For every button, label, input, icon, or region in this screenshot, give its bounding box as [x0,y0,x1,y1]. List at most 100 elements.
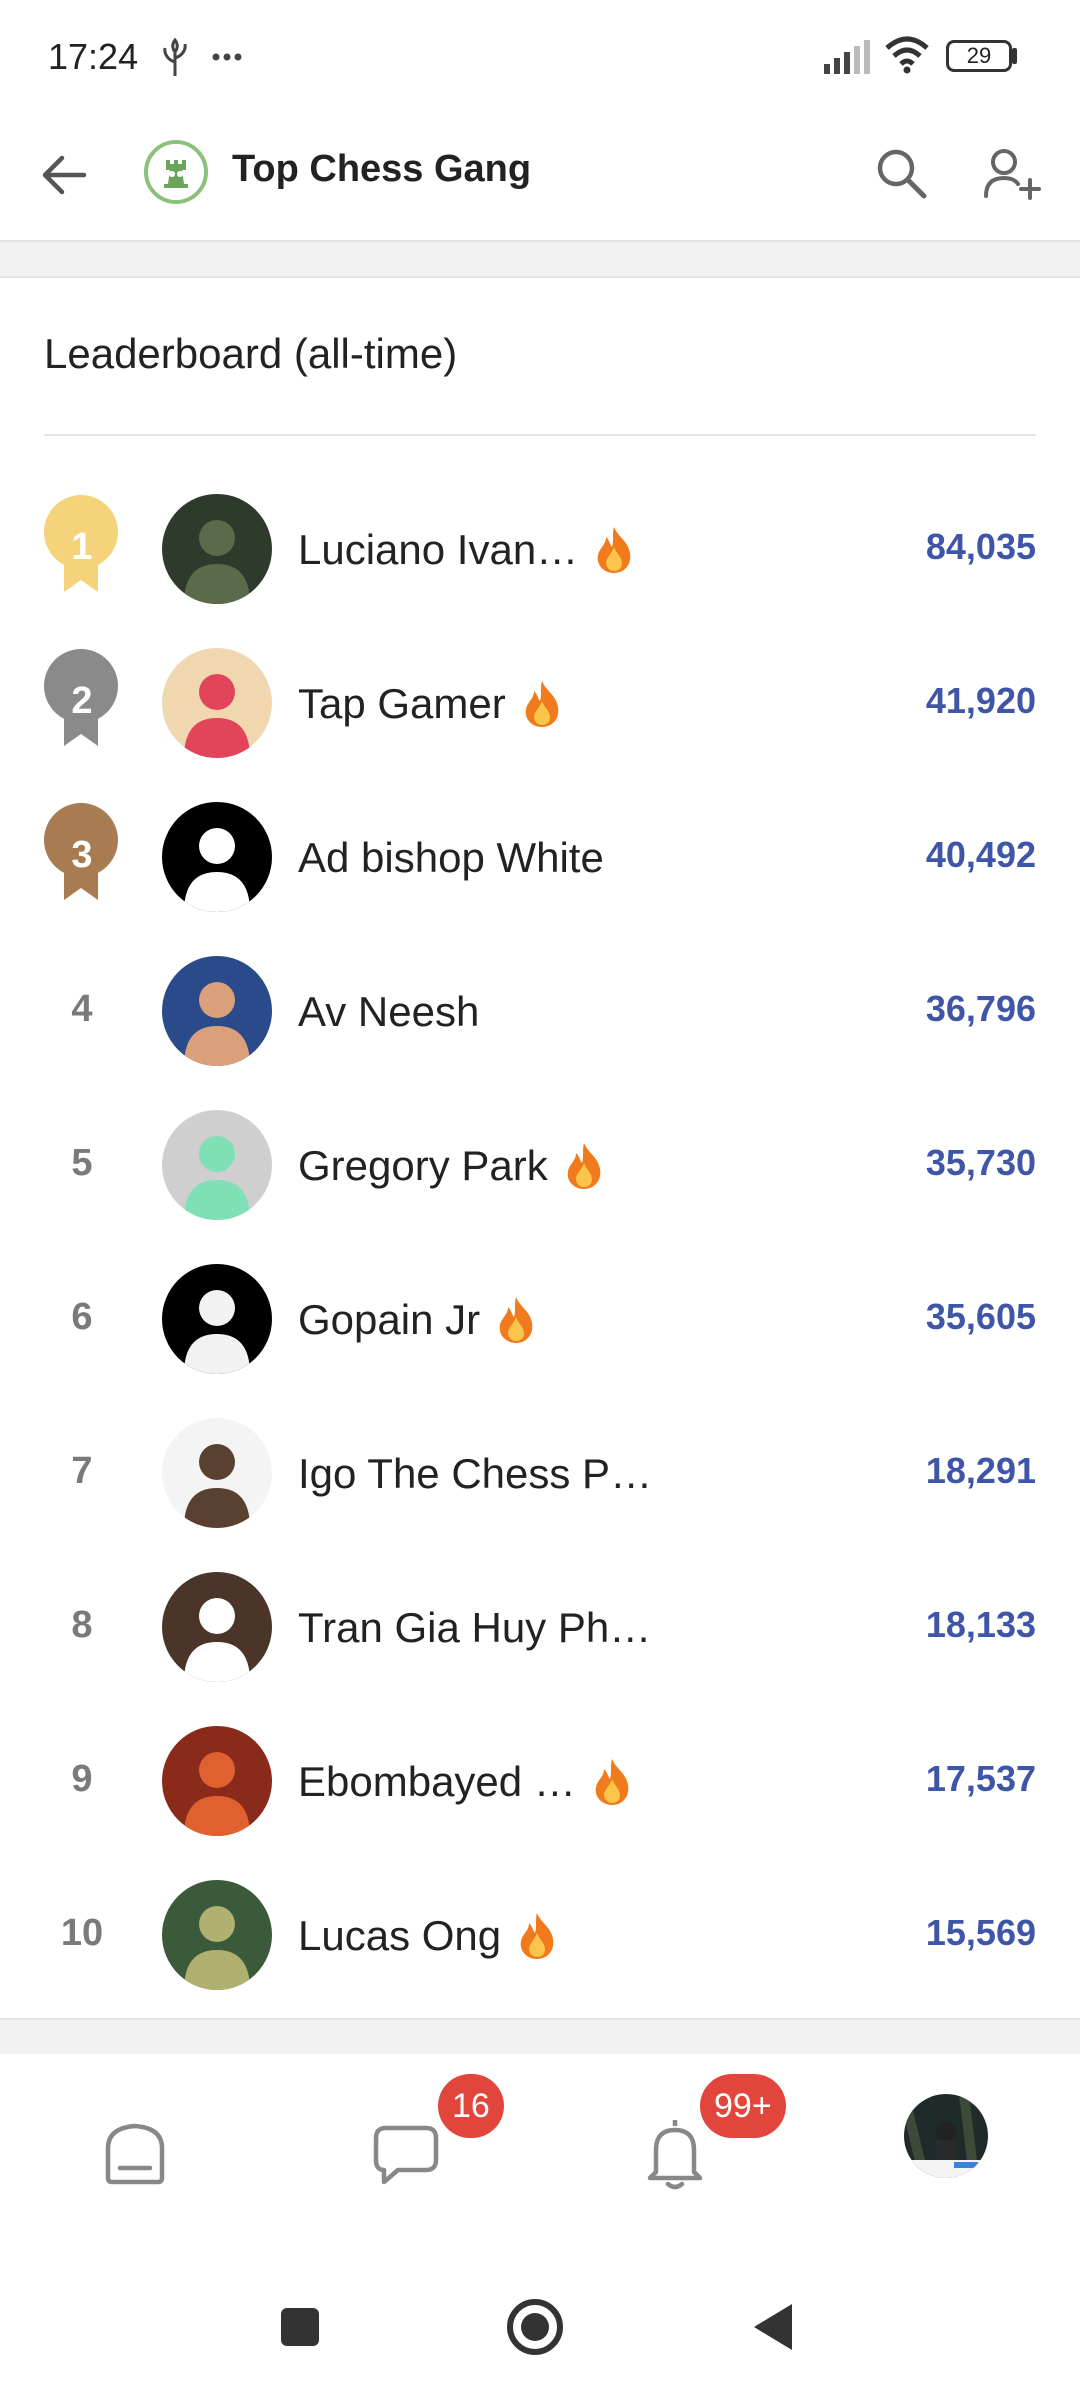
group-avatar[interactable] [144,140,208,204]
status-time: 17:24 [48,36,139,77]
user-name: Ad bishop White [298,834,604,881]
rank-number: 6 [71,1296,93,1338]
user-score: 40,492 [925,834,1036,875]
chess-rook-logo-icon [148,144,204,200]
home-icon [105,2123,165,2185]
group-title: Top Chess Gang [232,148,532,190]
user-avatar[interactable] [162,494,272,604]
user-name: Tap Gamer [298,680,506,727]
notifications-badge: 99+ [700,2074,786,2138]
battery-tip [1012,48,1017,64]
leaderboard-row[interactable]: 4 Av Neesh 36,796 [0,936,1080,1090]
user-avatar-image [162,802,272,912]
user-name-wrap: Gopain Jr [298,1290,538,1350]
leaderboard-row[interactable]: 5 Gregory Park 35,730 [0,1090,1080,1244]
rank-number: 9 [71,1758,93,1800]
user-name: Luciano Ivan… [298,526,579,573]
user-name-wrap: Av Neesh [298,982,479,1042]
back-arrow-icon[interactable] [34,144,96,206]
user-score: 18,133 [925,1604,1036,1645]
wifi-icon [885,36,929,74]
profile-avatar-image [904,2094,988,2178]
rank-number: 2 [71,680,93,722]
user-score: 84,035 [925,526,1036,567]
user-avatar-image [162,494,272,604]
nav-home[interactable] [80,2098,190,2208]
user-name-wrap: Ad bishop White [298,828,604,888]
leaderboard-title: Leaderboard (all-time) [44,330,458,377]
user-avatar-image [162,1726,272,1836]
user-name: Igo The Chess P… [298,1450,653,1497]
rank-number: 1 [71,526,93,568]
user-avatar[interactable] [162,1726,272,1836]
chat-badge: 16 [438,2074,504,2138]
user-avatar-image [162,1110,272,1220]
user-name-wrap: Gregory Park [298,1136,606,1196]
bottom-nav: 16 99+ [0,2054,1080,2250]
leaderboard-row[interactable]: 9 Ebombayed … 17,537 [0,1706,1080,1860]
user-avatar-image [162,1572,272,1682]
user-name-wrap: Tran Gia Huy Ph… [298,1598,651,1658]
user-avatar-image [162,956,272,1066]
user-name: Tran Gia Huy Ph… [298,1604,652,1651]
square-icon[interactable] [265,2292,335,2362]
user-name: Gopain Jr [298,1296,481,1343]
divider [44,434,1036,436]
plant-notification-icon [163,38,187,76]
nav-profile-avatar[interactable] [904,2094,988,2178]
user-avatar[interactable] [162,956,272,1066]
leaderboard-row[interactable]: 6 Gopain Jr 35,605 [0,1244,1080,1398]
user-avatar[interactable] [162,802,272,912]
circle-icon[interactable] [500,2292,570,2362]
user-avatar-image [162,648,272,758]
status-bar: 17:24 29 [0,0,1080,118]
rank-number: 4 [71,988,93,1030]
user-score: 35,605 [925,1296,1036,1337]
triangle-back-icon[interactable] [738,2292,808,2362]
system-nav-bar [0,2250,1080,2400]
user-name-wrap: Lucas Ong [298,1906,559,1966]
user-score: 18,291 [925,1450,1036,1491]
user-score: 41,920 [925,680,1036,721]
leaderboard-row[interactable]: 3 Ad bishop White 40,492 [0,782,1080,936]
leaderboard-row[interactable]: 7 Igo The Chess P… 18,291 [0,1398,1080,1552]
battery-indicator: 29 [946,40,1012,72]
nav-chat[interactable]: 16 [350,2074,504,2208]
fire-icon [567,1143,601,1189]
add-member-icon[interactable] [980,142,1044,206]
leaderboard-row[interactable]: 2 Tap Gamer 41,920 [0,628,1080,782]
rank-number: 8 [71,1604,93,1646]
user-score: 35,730 [925,1142,1036,1183]
search-icon[interactable] [870,142,934,206]
fire-icon [499,1297,533,1343]
app-bar: Top Chess Gang [0,118,1080,242]
user-avatar[interactable] [162,648,272,758]
fire-icon [595,1759,629,1805]
nav-notifications[interactable]: 99+ [620,2074,786,2208]
rank-number: 5 [71,1142,93,1184]
user-name: Lucas Ong [298,1912,502,1959]
user-score: 15,569 [925,1912,1036,1953]
user-avatar[interactable] [162,1418,272,1528]
user-avatar-image [162,1880,272,1990]
leaderboard-row[interactable]: 10 Lucas Ong 15,569 [0,1860,1080,2014]
leaderboard-row[interactable]: 8 Tran Gia Huy Ph… 18,133 [0,1552,1080,1706]
user-name-wrap: Luciano Ivan… [298,520,636,580]
rank-number: 7 [71,1450,93,1492]
signal-icon [824,40,870,74]
user-avatar[interactable] [162,1264,272,1374]
leaderboard-row[interactable]: 1 Luciano Ivan… 84,035 [0,474,1080,628]
user-avatar-image [162,1264,272,1374]
user-avatar[interactable] [162,1880,272,1990]
user-name-wrap: Igo The Chess P… [298,1444,652,1504]
fire-icon [520,1913,554,1959]
user-name: Av Neesh [298,988,480,1035]
fire-icon [525,681,559,727]
user-avatar-image [162,1418,272,1528]
user-avatar[interactable] [162,1110,272,1220]
battery-level: 29 [966,43,992,68]
fire-icon [597,527,631,573]
user-name: Gregory Park [298,1142,548,1189]
user-avatar[interactable] [162,1572,272,1682]
user-name: Ebombayed … [298,1758,576,1805]
